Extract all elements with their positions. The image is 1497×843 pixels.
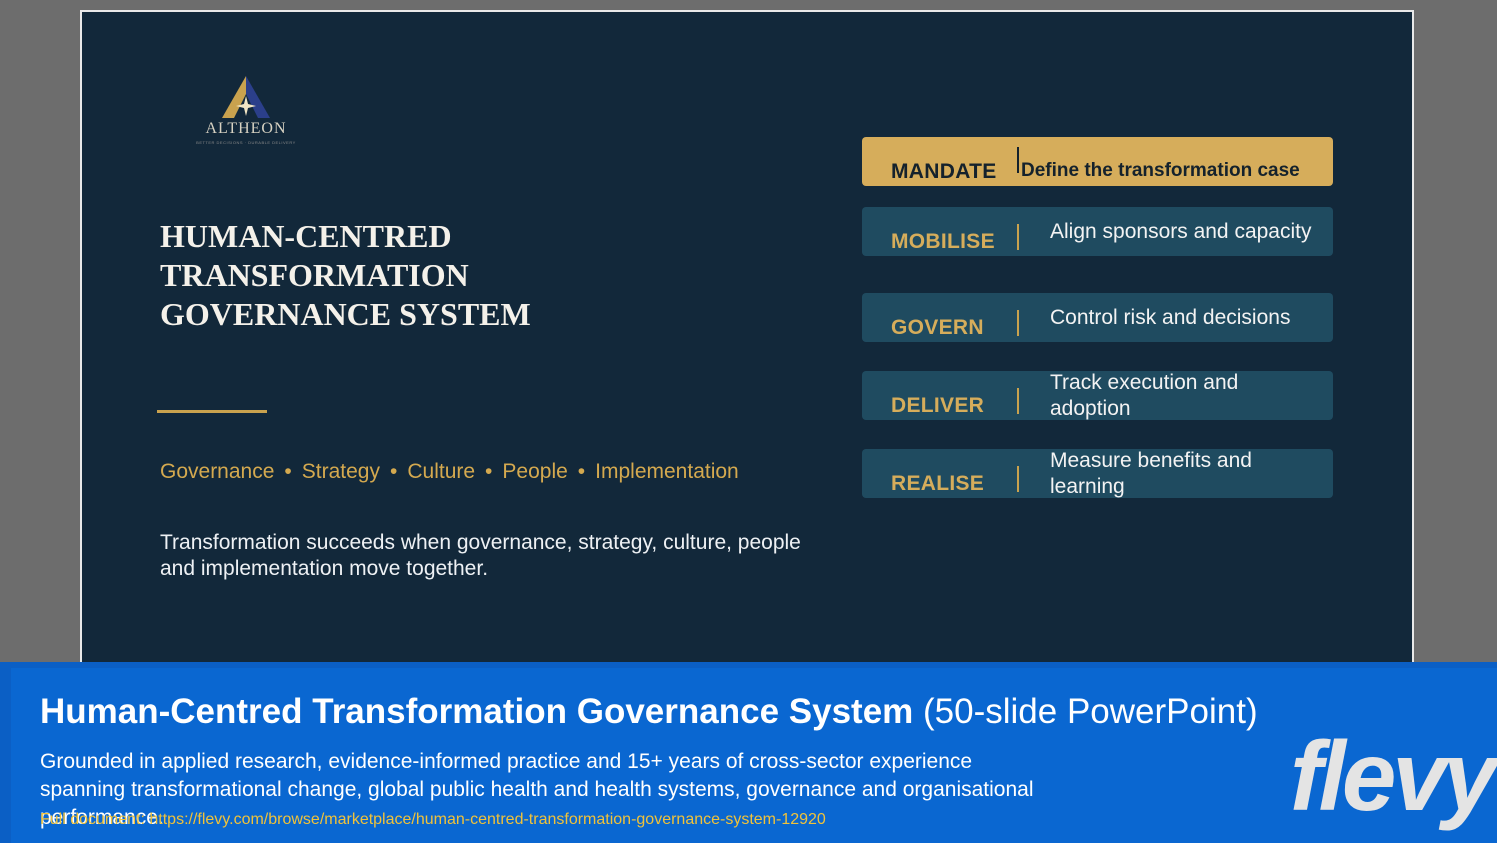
stage-divider xyxy=(1017,466,1019,492)
pillar-governance: Governance xyxy=(160,460,275,483)
product-title-main: Human-Centred Transformation Governance … xyxy=(40,692,914,731)
stage-govern: GOVERN Control risk and decisions xyxy=(862,293,1333,342)
stage-desc: Measure benefits and learning xyxy=(1050,448,1252,498)
logo-wordmark: ALTHEON xyxy=(205,120,287,137)
stage-key: DELIVER xyxy=(891,394,985,417)
slide-tagline: Transformation succeeds when governance,… xyxy=(160,531,801,580)
footer-panel: Human-Centred Transformation Governance … xyxy=(11,668,1497,843)
stage-mobilise: MOBILISE Align sponsors and capacity xyxy=(862,207,1333,256)
slide-title: HUMAN-CENTRED TRANSFORMATION GOVERNANCE … xyxy=(160,218,531,332)
pillar-strategy: Strategy xyxy=(301,460,380,483)
product-footer: Human-Centred Transformation Governance … xyxy=(0,662,1497,843)
stage-divider xyxy=(1017,224,1019,250)
stage-desc: Define the transformation case xyxy=(1021,160,1300,181)
pillar-implementation: Implementation xyxy=(595,460,739,483)
pillar-separator: • xyxy=(389,460,398,483)
stage-desc: Control risk and decisions xyxy=(1050,305,1291,329)
pillar-separator: • xyxy=(284,460,292,483)
flevy-logo[interactable]: flevy xyxy=(1290,726,1497,826)
gold-divider xyxy=(157,410,267,413)
pillar-separator: • xyxy=(577,460,586,483)
pillar-people: People xyxy=(502,460,568,483)
product-title: Human-Centred Transformation Governance … xyxy=(40,692,1258,732)
altheon-logo: ALTHEON BETTER DECISIONS · DURABLE DELIV… xyxy=(182,74,312,154)
stage-divider xyxy=(1017,147,1019,173)
product-title-suffix: (50-slide PowerPoint) xyxy=(923,692,1258,731)
stage-realise: REALISE Measure benefits and learning xyxy=(862,449,1333,498)
stage-mandate: MANDATE Define the transformation case xyxy=(862,137,1333,186)
document-link[interactable]: Full document: https://flevy.com/browse/… xyxy=(40,811,826,829)
pillar-culture: Culture xyxy=(407,460,476,483)
stage-divider xyxy=(1017,310,1019,336)
pillar-list: Governance • Strategy • Culture • People • Imple… xyxy=(160,460,739,484)
logo-tagline: BETTER DECISIONS · DURABLE DELIVERY xyxy=(196,140,296,145)
stage-divider xyxy=(1017,388,1019,414)
stage-key: MOBILISE xyxy=(891,230,995,253)
stage-desc: Align sponsors and capacity xyxy=(1050,219,1312,243)
altheon-a-icon xyxy=(222,76,270,118)
stage-key: MANDATE xyxy=(891,160,997,183)
pillar-separator: • xyxy=(485,460,493,483)
stage-deliver: DELIVER Track execution and adoption xyxy=(862,371,1333,420)
slide: ALTHEON BETTER DECISIONS · DURABLE DELIV… xyxy=(80,10,1414,670)
stage-desc: Track execution and adoption xyxy=(1050,370,1239,420)
stage-key: GOVERN xyxy=(891,316,984,339)
stage-key: REALISE xyxy=(891,472,985,495)
